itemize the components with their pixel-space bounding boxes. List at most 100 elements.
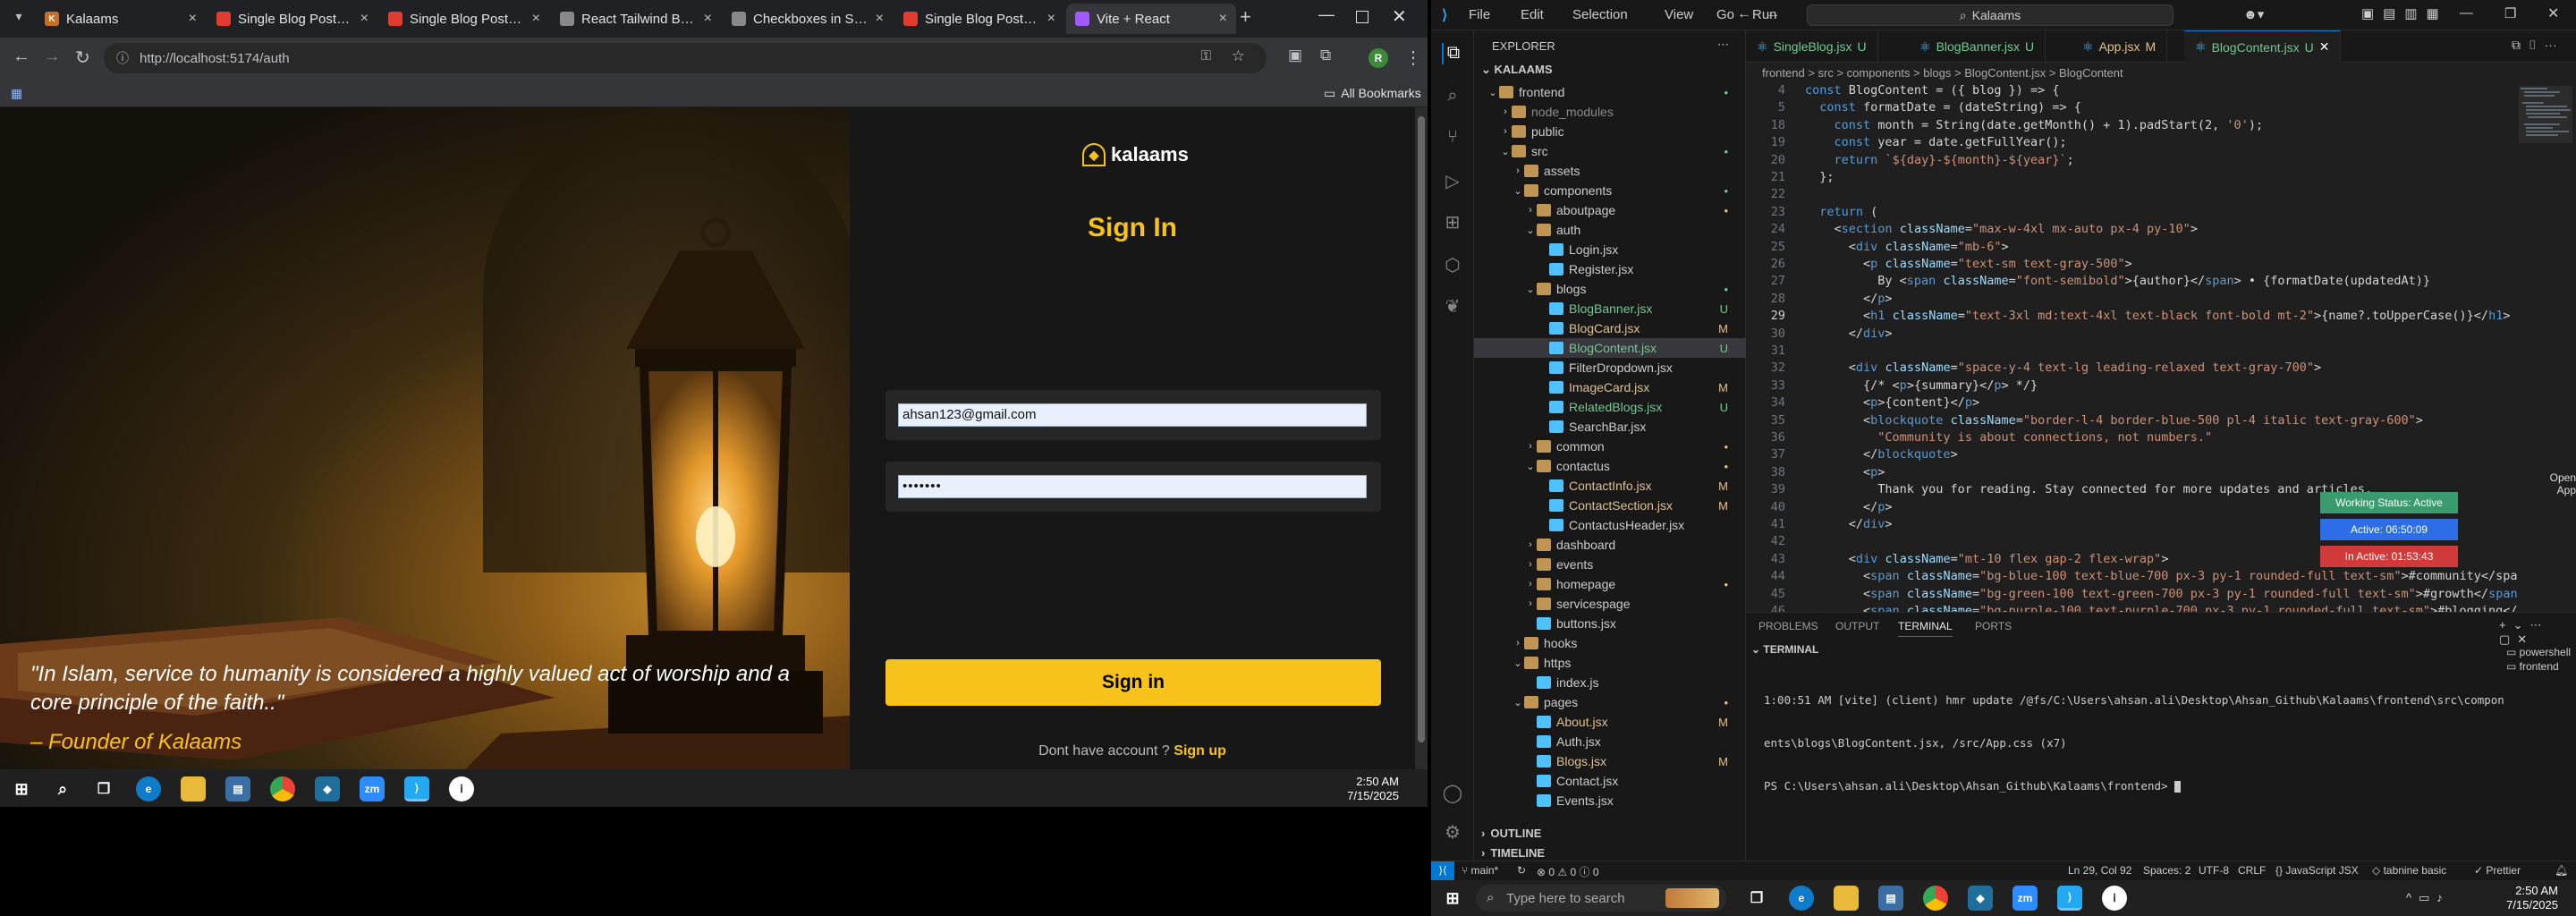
editor-tab[interactable]: ⚛ BlogBanner.jsx U <box>1909 30 2046 63</box>
app-circle-icon[interactable]: ⅰ <box>2102 886 2127 911</box>
tree-file[interactable]: index.js <box>1474 673 1746 692</box>
tree-folder[interactable]: › node_modules <box>1474 102 1746 122</box>
browser-tab[interactable]: React Tailwind Blog Co × <box>551 4 721 34</box>
tree-file[interactable]: FilterDropdown.jsx <box>1474 358 1746 377</box>
panel-tab-ports[interactable]: PORTS <box>1975 620 2012 632</box>
search-icon[interactable]: ⌕ <box>1442 86 1463 107</box>
profile-avatar[interactable]: R <box>1368 48 1388 68</box>
cursor-position[interactable]: Ln 29, Col 92 <box>2068 864 2131 877</box>
extensions-icon[interactable]: ⊞ <box>1442 211 1463 233</box>
editor-tab[interactable]: ⚛ SingleBlog.jsx U <box>1746 30 1878 63</box>
store-icon[interactable]: ▤ <box>1878 886 1903 911</box>
tree-file[interactable]: Blogs.jsx M <box>1474 751 1746 771</box>
menu-item-file[interactable]: File <box>1469 7 1490 22</box>
tree-file[interactable]: About.jsx M <box>1474 712 1746 732</box>
editor-tab[interactable]: ⚛ BlogContent.jsx U ✕ <box>2184 30 2342 63</box>
tree-folder[interactable]: › public <box>1474 122 1746 141</box>
open-app-link[interactable]: Open App <box>2535 471 2576 496</box>
tree-file[interactable]: ContactSection.jsx M <box>1474 496 1746 515</box>
code-line[interactable]: 36 "Community is about connections, not … <box>1746 429 2515 446</box>
vs-minimize-button[interactable]: — <box>2460 5 2473 21</box>
browser-tab[interactable]: Checkboxes in Same R × <box>723 4 893 34</box>
tree-folder[interactable]: ⌄ components • <box>1474 181 1746 200</box>
page-scrollbar-thumb[interactable] <box>1418 116 1425 742</box>
tab-close-icon[interactable]: × <box>704 11 712 27</box>
sign-in-button[interactable]: Sign in <box>886 659 1381 706</box>
mongodb-icon[interactable]: ❦ <box>1442 295 1463 317</box>
new-tab-button[interactable]: + <box>1240 5 1251 29</box>
file-explorer-icon[interactable] <box>1834 886 1859 911</box>
email-field[interactable]: ahsan123@gmail.com <box>898 403 1367 427</box>
tree-file[interactable]: Contact.jsx <box>1474 771 1746 791</box>
file-explorer-icon[interactable] <box>181 776 206 802</box>
browser-tab[interactable]: Single Blog Posts Page × <box>379 4 549 34</box>
line-endings[interactable]: CRLF <box>2238 864 2266 877</box>
source-control-icon[interactable]: ⑂ <box>1442 127 1463 148</box>
remote-explorer-icon[interactable]: ⬡ <box>1442 254 1463 276</box>
code-line[interactable]: 45 <span className="bg-green-100 text-gr… <box>1746 586 2518 603</box>
edge-icon[interactable]: e <box>1789 886 1814 911</box>
command-center-search[interactable]: ⌕ Kalaams <box>1807 4 2174 26</box>
terminal-list-item[interactable]: ▭ frontend <box>2506 659 2576 674</box>
password-field[interactable]: ••••••• <box>898 475 1367 498</box>
reading-list-icon[interactable]: ▣ <box>1288 47 1302 64</box>
outline-section[interactable]: › OUTLINE <box>1474 823 1746 843</box>
indentation[interactable]: Spaces: 2 <box>2143 864 2190 877</box>
app-icon[interactable]: ◆ <box>315 776 340 802</box>
copilot-icon[interactable]: ☻▾ <box>2243 6 2264 22</box>
tree-folder[interactable]: ⌄ blogs • <box>1474 279 1746 299</box>
timeline-section[interactable]: › TIMELINE <box>1474 843 1746 862</box>
tree-file[interactable]: Events.jsx <box>1474 791 1746 810</box>
store-icon[interactable]: ▤ <box>225 776 250 802</box>
tab-close-icon[interactable]: × <box>189 11 197 27</box>
branch-indicator[interactable]: ⑂ main* <box>1462 864 1498 877</box>
code-line[interactable]: 23 return ( <box>1746 204 2515 221</box>
code-line[interactable]: 28 </p> <box>1746 291 2515 308</box>
tree-file[interactable]: buttons.jsx <box>1474 614 1746 633</box>
vscode-icon[interactable]: ⟩ <box>2057 886 2082 911</box>
tree-folder[interactable]: › dashboard <box>1474 535 1746 555</box>
tree-folder[interactable]: ⌄ frontend • <box>1474 82 1746 102</box>
nav-forward-icon[interactable]: → <box>1766 6 1780 22</box>
sync-icon[interactable]: ↻ <box>1517 864 1526 877</box>
editor-actions[interactable]: ⧉▯⋯ <box>2512 38 2564 53</box>
account-icon[interactable]: ◯ <box>1442 782 1463 803</box>
terminal-section-header[interactable]: ⌄ TERMINAL <box>1751 643 1818 656</box>
tree-file[interactable]: Auth.jsx <box>1474 732 1746 751</box>
app-circle-icon[interactable]: ⅰ <box>449 776 474 802</box>
terminal-output[interactable]: 1:00:51 AM [vite] (client) hmr update /@… <box>1764 665 2504 822</box>
tree-file[interactable]: BlogContent.jsx U <box>1474 338 1746 358</box>
taskbar-clock[interactable]: 2:50 AM 7/15/2025 <box>2506 884 2558 912</box>
tree-file[interactable]: RelatedBlogs.jsx U <box>1474 397 1746 417</box>
code-line[interactable]: 21 }; <box>1746 169 2515 186</box>
maximize-button[interactable] <box>1356 11 1368 23</box>
bookmark-star-icon[interactable]: ☆ <box>1232 47 1245 65</box>
run-debug-icon[interactable]: ▷ <box>1442 170 1463 191</box>
task-view-icon[interactable]: ❐ <box>91 776 116 802</box>
code-line[interactable]: 24 <section className="max-w-4xl mx-auto… <box>1746 221 2515 238</box>
menu-item-view[interactable]: View <box>1665 7 1693 22</box>
task-view-icon[interactable]: ❐ <box>1744 886 1769 911</box>
code-line[interactable]: 35 <blockquote className="border-l-4 bor… <box>1746 412 2515 429</box>
code-line[interactable]: 20 return `${day}-${month}-${year}`; <box>1746 152 2515 169</box>
taskbar-clock[interactable]: 2:50 AM 7/15/2025 <box>1347 775 1399 803</box>
explorer-icon[interactable]: ⧉ <box>1442 43 1463 64</box>
tree-file[interactable]: ContactInfo.jsx M <box>1474 476 1746 496</box>
site-info-icon[interactable]: ⓘ <box>116 49 129 67</box>
browser-tab[interactable]: Single Blog Posts Page × <box>208 4 377 34</box>
breadcrumb[interactable]: frontend > src > components > blogs > Bl… <box>1762 66 2123 80</box>
code-line[interactable]: 32 <div className="space-y-4 text-lg lea… <box>1746 360 2515 377</box>
tree-folder[interactable]: › aboutpage • <box>1474 200 1746 220</box>
remote-indicator[interactable]: ⟩⟨ <box>1431 861 1454 880</box>
code-line[interactable]: 44 <span className="bg-blue-100 text-blu… <box>1746 568 2518 585</box>
tab-search-button[interactable]: ▾ <box>9 9 29 29</box>
code-line[interactable]: 38 <p> <box>1746 464 2515 481</box>
search-icon[interactable]: ⌕ <box>50 776 75 802</box>
close-icon[interactable]: ✕ <box>2319 39 2330 55</box>
code-line[interactable]: 31 <box>1746 343 2515 360</box>
problems-indicator[interactable]: ⊗ 0 ⚠ 0 ⓘ 0 <box>1537 864 1599 879</box>
tab-close-icon[interactable]: × <box>532 11 540 27</box>
vscode-icon[interactable]: ⟩ <box>404 776 429 802</box>
zoom-icon[interactable]: zm <box>2012 886 2038 911</box>
code-line[interactable]: 37 </blockquote> <box>1746 446 2515 463</box>
